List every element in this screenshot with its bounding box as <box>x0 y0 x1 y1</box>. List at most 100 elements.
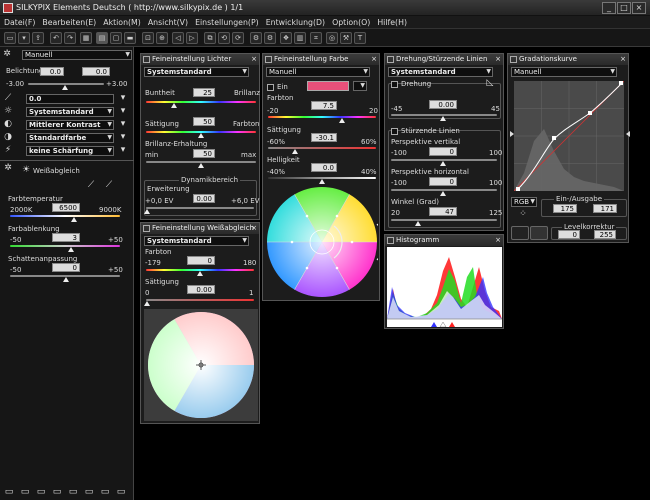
bottom-icon-3[interactable]: ▭ <box>36 487 46 497</box>
develop-icon[interactable]: ⚙ <box>250 32 262 44</box>
level-min-input[interactable]: 0 <box>558 230 580 239</box>
bottom-icon-5[interactable]: ▭ <box>68 487 78 497</box>
crop-icon[interactable]: ⌗ <box>310 32 322 44</box>
color-sat-input[interactable]: -30.1 <box>311 133 337 142</box>
color-wheel[interactable] <box>266 185 378 299</box>
contrast-expand-icon[interactable]: ▾ <box>118 119 128 129</box>
color-light-thumb[interactable] <box>319 179 325 184</box>
color-hue-input[interactable]: 7.5 <box>311 101 337 110</box>
bottom-icon-6[interactable]: ▭ <box>84 487 94 497</box>
tint-thumb[interactable] <box>68 247 74 252</box>
export-icon[interactable]: ⇪ <box>32 32 44 44</box>
channel-select[interactable]: RGB ▼ <box>511 197 537 207</box>
zoom-icon[interactable]: ⊕ <box>156 32 168 44</box>
sharpen-expand-icon[interactable]: ▾ <box>118 145 128 155</box>
close-button[interactable]: × <box>632 2 646 14</box>
tone-select[interactable]: Systemstandard ▼ <box>26 107 114 117</box>
bottom-icon-2[interactable]: ▭ <box>20 487 30 497</box>
color-swatch[interactable] <box>307 81 349 91</box>
wb-sat-slider[interactable] <box>146 299 254 301</box>
ph-thumb[interactable] <box>440 191 446 196</box>
shadow-input[interactable]: 0 <box>52 263 80 272</box>
rotation-angle-icon[interactable]: ◺ <box>485 78 495 88</box>
menu-hilfe[interactable]: Hilfe(H) <box>377 18 407 27</box>
color-fine-preset-select[interactable]: Manuell ▼ <box>266 67 370 77</box>
wb-field[interactable]: 0.0 <box>26 94 114 104</box>
wb-sat-thumb[interactable] <box>144 301 150 306</box>
tint-slider[interactable] <box>10 245 120 247</box>
wb-picker-icon[interactable]: ⟋ <box>3 93 13 103</box>
highlights-preset-select[interactable]: Systemstandard ▼ <box>144 67 249 77</box>
curve-in-input[interactable]: 175 <box>553 204 577 213</box>
curve-left-marker[interactable] <box>510 131 514 137</box>
color-on-checkbox[interactable] <box>267 84 274 91</box>
histogram-icon[interactable]: ▥ <box>294 32 306 44</box>
color-light-input[interactable]: 0.0 <box>311 163 337 172</box>
bottom-icon-8[interactable]: ▭ <box>116 487 126 497</box>
menu-aktion[interactable]: Aktion(M) <box>103 18 141 27</box>
color-hue-thumb[interactable] <box>339 118 345 123</box>
wb-sat-input[interactable]: 0.00 <box>187 285 215 294</box>
temp-slider[interactable] <box>10 215 120 217</box>
preview-view-icon[interactable]: ▢ <box>110 32 122 44</box>
perspective-checkbox[interactable] <box>391 128 398 135</box>
curve-out-input[interactable]: 171 <box>593 204 617 213</box>
save-icon[interactable]: ▾ <box>18 32 30 44</box>
angle-input[interactable]: 47 <box>429 207 457 216</box>
tone-curve-graph[interactable] <box>514 81 624 191</box>
close-icon[interactable]: × <box>495 54 501 65</box>
hammer-icon[interactable]: ⚒ <box>340 32 352 44</box>
rotate-left-icon[interactable]: ⟲ <box>218 32 230 44</box>
pv-input[interactable]: 0 <box>429 147 457 156</box>
brilliance-input[interactable]: 25 <box>193 88 215 97</box>
angle-thumb[interactable] <box>415 221 421 226</box>
close-icon[interactable]: × <box>251 54 257 65</box>
shadow-thumb[interactable] <box>63 277 69 282</box>
wb-pipette2-icon[interactable]: ⟋ <box>104 180 114 190</box>
hl-sat-input[interactable]: 50 <box>193 117 215 126</box>
ph-input[interactable]: 0 <box>429 177 457 186</box>
curve-preset-select[interactable]: Manuell ▼ <box>511 67 617 77</box>
ext-input[interactable]: 0.00 <box>193 194 215 203</box>
menu-bearbeiten[interactable]: Bearbeiten(E) <box>42 18 96 27</box>
ext-thumb[interactable] <box>144 209 150 214</box>
menu-datei[interactable]: Datei(F) <box>4 18 35 27</box>
pv-thumb[interactable] <box>440 161 446 166</box>
open-folder-icon[interactable]: ▭ <box>4 32 16 44</box>
close-icon[interactable]: × <box>620 54 626 65</box>
hl-sat-thumb[interactable] <box>198 133 204 138</box>
menu-einstellungen[interactable]: Einstellungen(P) <box>195 18 259 27</box>
grid-view-icon[interactable]: ▤ <box>96 32 108 44</box>
wb-hue-thumb[interactable] <box>197 271 203 276</box>
angle-slider[interactable] <box>391 219 497 221</box>
wb-pipette-icon[interactable]: ⟋ <box>86 180 96 190</box>
exposure-value-2[interactable]: 0.0 <box>82 67 110 76</box>
thumbnail-view-icon[interactable]: ▦ <box>80 32 92 44</box>
color-sat-thumb[interactable] <box>292 149 298 154</box>
color-select[interactable]: Standardfarbe ▼ <box>26 133 114 143</box>
fit-icon[interactable]: ⊡ <box>142 32 154 44</box>
brilliance-thumb[interactable] <box>171 103 177 108</box>
spot-icon[interactable]: ◎ <box>326 32 338 44</box>
close-icon[interactable]: × <box>495 235 501 246</box>
preset-select[interactable]: Manuell ▼ <box>22 50 132 60</box>
close-icon[interactable]: × <box>371 54 377 65</box>
rotation-input[interactable]: 0.00 <box>429 100 457 109</box>
exposure-value-1[interactable]: 0.0 <box>40 67 64 76</box>
redo-icon[interactable]: ↷ <box>64 32 76 44</box>
linear-curve-button[interactable] <box>511 226 529 240</box>
bottom-icon-7[interactable]: ▭ <box>100 487 110 497</box>
tint-input[interactable]: 3 <box>52 233 80 242</box>
contrast-select[interactable]: Mittlerer Kontrast ▼ <box>26 120 114 130</box>
curve-right-marker[interactable] <box>626 131 630 137</box>
next-icon[interactable]: ▷ <box>186 32 198 44</box>
wb-fine-preset-select[interactable]: Systemstandard ▼ <box>144 236 249 246</box>
temp-thumb[interactable] <box>71 217 77 222</box>
ext-slider[interactable] <box>146 207 254 209</box>
rotation-preset-select[interactable]: Systemstandard ▼ <box>388 67 493 77</box>
keep-thumb[interactable] <box>198 163 204 168</box>
prev-icon[interactable]: ◁ <box>172 32 184 44</box>
rotate-right-icon[interactable]: ⟳ <box>232 32 244 44</box>
compare-icon[interactable]: ⧉ <box>204 32 216 44</box>
spline-curve-button[interactable] <box>530 226 548 240</box>
